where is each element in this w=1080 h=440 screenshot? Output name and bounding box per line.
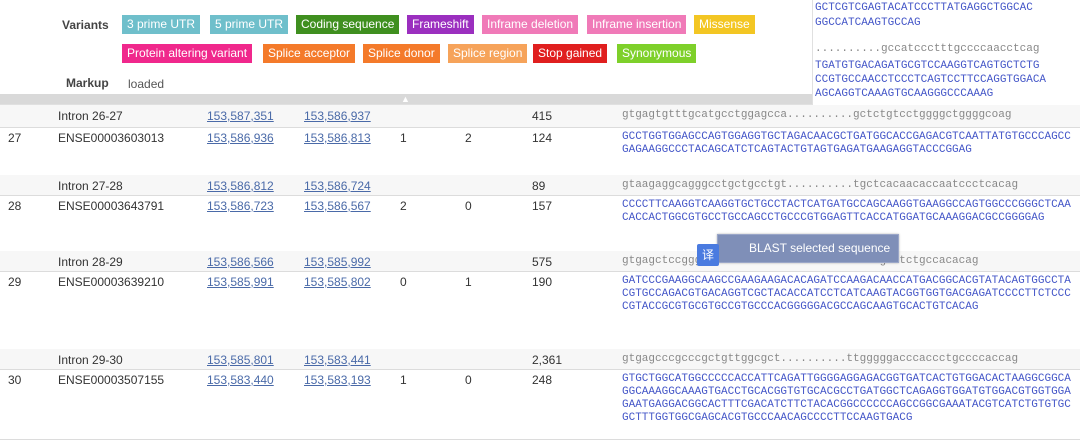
intron-name: Intron 28-29 bbox=[58, 255, 123, 269]
sequence-preview-panel: GCTCGTCGAGTACATCCCTTATGAGGCTGGCAC GGCCATC… bbox=[812, 0, 1080, 104]
start-coordinate-link[interactable]: 153,586,723 bbox=[207, 199, 274, 213]
end-coordinate-link[interactable]: 153,586,937 bbox=[304, 109, 371, 123]
blast-popup-button[interactable]: BLAST selected sequence bbox=[717, 234, 899, 263]
intron-name: Intron 29-30 bbox=[58, 353, 123, 367]
legend-tag-inframe-deletion[interactable]: Inframe deletion bbox=[482, 15, 579, 34]
legend-tag-3-prime-utr[interactable]: 3 prime UTR bbox=[122, 15, 201, 34]
sequence[interactable]: GTGCTGGCATGGCCCCCACCATTCAGATTGGGGAGGAGAC… bbox=[622, 373, 1077, 425]
start-phase: 2 bbox=[400, 199, 407, 213]
intron-row: Intron 26-27 153,587,351 153,586,937 415 gtg… bbox=[0, 105, 1080, 128]
length: 190 bbox=[532, 275, 553, 289]
blast-label: BLAST selected sequence bbox=[749, 241, 891, 255]
preview-sequence-line[interactable]: GGCCATCAAGTGCCAG bbox=[815, 17, 921, 30]
start-coordinate-link[interactable]: 153,585,991 bbox=[207, 275, 274, 289]
translate-icon[interactable]: 译 bbox=[697, 244, 719, 266]
legend-tag-frameshift[interactable]: Frameshift bbox=[407, 15, 474, 34]
legend-tag-splice-donor[interactable]: Splice donor bbox=[363, 44, 440, 63]
preview-sequence-line[interactable]: ..........gccatccctttgccccaacctcag bbox=[815, 43, 1039, 56]
end-phase: 2 bbox=[465, 131, 472, 145]
start-coordinate-link[interactable]: 153,585,801 bbox=[207, 353, 274, 367]
variants-label: Variants bbox=[62, 18, 109, 32]
intron-row: Intron 29-30 153,585,801 153,583,441 2,361 g… bbox=[0, 349, 1080, 370]
length: 157 bbox=[532, 199, 553, 213]
intron-name: Intron 27-28 bbox=[58, 179, 123, 193]
end-coordinate-link[interactable]: 153,586,724 bbox=[304, 179, 371, 193]
end-coordinate-link[interactable]: 153,583,441 bbox=[304, 353, 371, 367]
legend-tag-synonymous[interactable]: Synonymous bbox=[617, 44, 697, 63]
start-coordinate-link[interactable]: 153,586,812 bbox=[207, 179, 274, 193]
start-coordinate-link[interactable]: 153,583,440 bbox=[207, 373, 274, 387]
start-coordinate-link[interactable]: 153,586,936 bbox=[207, 131, 274, 145]
legend-tag-5-prime-utr[interactable]: 5 prime UTR bbox=[210, 15, 289, 34]
length: 248 bbox=[532, 373, 553, 387]
sequence[interactable]: CCCCTTCAAGGTCAAGGTGCTGCCTACTCATGATGCCAGC… bbox=[622, 199, 1077, 225]
start-coordinate-link[interactable]: 153,586,566 bbox=[207, 255, 274, 269]
end-coordinate-link[interactable]: 153,586,813 bbox=[304, 131, 371, 145]
legend-tag-inframe-insertion[interactable]: Inframe insertion bbox=[587, 15, 687, 34]
intron-row: Intron 27-28 153,586,812 153,586,724 89 gtaa… bbox=[0, 175, 1080, 196]
end-phase: 1 bbox=[465, 275, 472, 289]
intron-name: Intron 26-27 bbox=[58, 109, 123, 123]
end-coordinate-link[interactable]: 153,585,992 bbox=[304, 255, 371, 269]
length: 575 bbox=[532, 255, 553, 269]
legend-tag-coding-sequence[interactable]: Coding sequence bbox=[296, 15, 400, 34]
sequence[interactable]: gtaagaggcagggcctgctgcctgt..........tgctc… bbox=[622, 179, 1077, 192]
start-phase: 0 bbox=[400, 275, 407, 289]
exon-number: 27 bbox=[8, 131, 22, 145]
preview-sequence-line[interactable]: CCGTGCCAACCTCCCTCAGTCCTTCCAGGTGGACA bbox=[815, 74, 1046, 87]
exon-row: 27 ENSE00003603013 153,586,936 153,586,813 1… bbox=[0, 127, 1080, 176]
legend-tag-missense[interactable]: Missense bbox=[694, 15, 755, 34]
end-coordinate-link[interactable]: 153,586,567 bbox=[304, 199, 371, 213]
exon-row: 30 ENSE00003507155 153,583,440 153,583,193 1… bbox=[0, 369, 1080, 440]
end-phase: 0 bbox=[465, 199, 472, 213]
sequence[interactable]: GCCTGGTGGAGCCAGTGGAGGTGCTAGACAACGCTGATGG… bbox=[622, 131, 1077, 157]
markup-label: Markup bbox=[66, 76, 109, 90]
end-phase: 0 bbox=[465, 373, 472, 387]
exon-id: ENSE00003603013 bbox=[58, 131, 165, 145]
exon-id: ENSE00003639210 bbox=[58, 275, 165, 289]
legend-tag-splice-acceptor[interactable]: Splice acceptor bbox=[263, 44, 356, 63]
start-phase: 1 bbox=[400, 373, 407, 387]
length: 89 bbox=[532, 179, 546, 193]
exon-id: ENSE00003507155 bbox=[58, 373, 165, 387]
length: 415 bbox=[532, 109, 553, 123]
markup-status: loaded bbox=[128, 77, 165, 91]
intron-row: Intron 28-29153,586,566153,585,992575gtg… bbox=[0, 251, 1080, 272]
sequence[interactable]: gtgagcccgcccgctgttggcgct..........ttgggg… bbox=[622, 353, 1077, 366]
start-phase: 1 bbox=[400, 131, 407, 145]
preview-sequence-line[interactable]: GCTCGTCGAGTACATCCCTTATGAGGCTGGCAC bbox=[815, 2, 1033, 15]
length: 124 bbox=[532, 131, 553, 145]
sequence[interactable]: GATCCCGAAGGCAAGCCGAAGAAGACACAGATCCAAGACA… bbox=[622, 275, 1077, 314]
legend-tag-protein-altering-variant[interactable]: Protein altering variant bbox=[122, 44, 253, 63]
exon-number: 28 bbox=[8, 199, 22, 213]
preview-sequence-line[interactable]: AGCAGGTCAAAGTGCAAGGGCCCAAAG bbox=[815, 88, 993, 101]
scroll-up-arrow-icon[interactable]: ▲ bbox=[401, 94, 410, 104]
legend-tag-splice-region[interactable]: Splice region bbox=[448, 44, 528, 63]
length: 2,361 bbox=[532, 353, 563, 367]
exon-row: 28 ENSE00003643791 153,586,723 153,586,567 2… bbox=[0, 195, 1080, 252]
end-coordinate-link[interactable]: 153,585,802 bbox=[304, 275, 371, 289]
preview-sequence-line[interactable]: TGATGTGACAGATGCGTCCAAGGTCAGTGCTCTG bbox=[815, 60, 1039, 73]
end-coordinate-link[interactable]: 153,583,193 bbox=[304, 373, 371, 387]
start-coordinate-link[interactable]: 153,587,351 bbox=[207, 109, 274, 123]
exon-number: 30 bbox=[8, 373, 22, 387]
legend-scrollbar[interactable]: ▲ bbox=[0, 94, 812, 104]
exon-row: 29 ENSE00003639210 153,585,991 153,585,802 0… bbox=[0, 271, 1080, 350]
exon-id: ENSE00003643791 bbox=[58, 199, 165, 213]
exon-number: 29 bbox=[8, 275, 22, 289]
variant-legend-panel: Variants Markup loaded 3 prime UTR 5 prim… bbox=[0, 0, 813, 105]
sequence[interactable]: gtgagtgtttgcatgcctggagcca..........gctct… bbox=[622, 109, 1077, 122]
legend-tag-stop-gained[interactable]: Stop gained bbox=[533, 44, 608, 63]
